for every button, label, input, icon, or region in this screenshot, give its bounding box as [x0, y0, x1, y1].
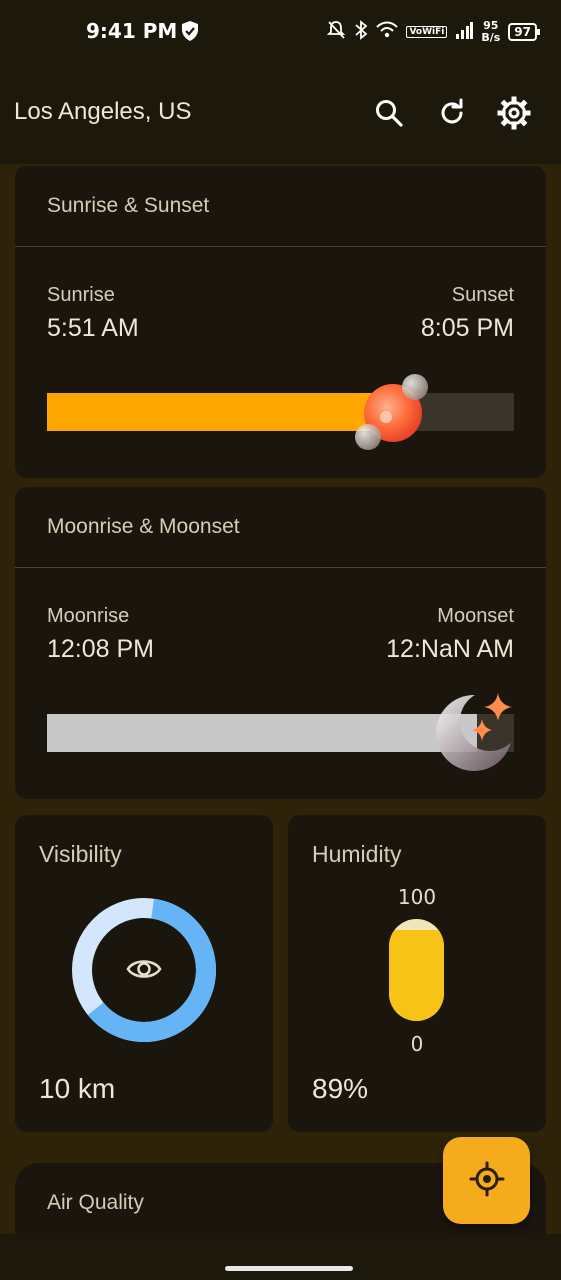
shield-icon	[180, 20, 200, 46]
sunrise-time: 5:51 AM	[47, 314, 139, 342]
status-time: 9:41 PM	[86, 19, 178, 43]
city-title: Los Angeles, US	[14, 98, 192, 125]
humidity-title: Humidity	[312, 841, 402, 867]
sun-card-title: Sunrise & Sunset	[47, 194, 210, 217]
app-bar: Los Angeles, US	[0, 64, 561, 164]
moonset-label: Moonset	[437, 605, 514, 627]
sun-progress-track	[47, 393, 514, 431]
bluetooth-icon	[354, 20, 368, 44]
humidity-bar	[389, 919, 444, 1021]
sun-progress-fill	[47, 393, 393, 431]
visibility-title: Visibility	[39, 841, 122, 867]
vowifi-badge: VoWiFi	[406, 26, 448, 38]
mute-icon	[326, 20, 346, 44]
sunrise-label: Sunrise	[47, 284, 115, 306]
humidity-max-label: 100	[397, 885, 437, 909]
settings-icon[interactable]	[497, 96, 531, 130]
humidity-min-label: 0	[410, 1032, 424, 1056]
eye-icon	[126, 954, 162, 988]
air-quality-title: Air Quality	[47, 1191, 144, 1214]
wifi-icon	[376, 21, 399, 43]
humidity-bar-fill	[389, 930, 444, 1021]
navigation-bar	[0, 1234, 561, 1280]
refresh-icon[interactable]	[435, 96, 469, 130]
humidity-value: 89%	[312, 1073, 369, 1104]
visibility-card: Visibility 10 km	[15, 815, 273, 1132]
search-icon[interactable]	[372, 96, 406, 130]
network-speed-unit: B/s	[481, 31, 501, 44]
divider	[15, 246, 546, 247]
visibility-value: 10 km	[39, 1073, 116, 1104]
sunset-time: 8:05 PM	[420, 314, 514, 342]
sun-card: Sunrise & Sunset Sunrise 5:51 AM Sunset …	[15, 166, 546, 478]
divider	[15, 567, 546, 568]
moonset-time: 12:NaN AM	[386, 635, 514, 663]
network-speed: 95 B/s	[481, 20, 500, 44]
moonrise-label: Moonrise	[47, 605, 130, 627]
moon-card: Moonrise & Moonset Moonrise 12:08 PM Moo…	[15, 487, 546, 799]
battery-indicator: 97	[508, 23, 540, 41]
status-bar: 9:41 PM VoWiFi 95 B/s 97	[0, 0, 561, 64]
moon-card-title: Moonrise & Moonset	[47, 515, 240, 538]
humidity-card: Humidity 100 0 89%	[288, 815, 546, 1132]
signal-icon	[455, 21, 474, 43]
my-location-button[interactable]	[443, 1137, 530, 1224]
moonrise-time: 12:08 PM	[47, 635, 155, 663]
sunset-label: Sunset	[451, 284, 514, 306]
my-location-icon	[469, 1161, 505, 1201]
sun-icon	[348, 369, 438, 459]
moon-progress-fill	[47, 714, 477, 752]
home-gesture-handle[interactable]	[225, 1266, 353, 1271]
moon-icon	[432, 687, 522, 777]
